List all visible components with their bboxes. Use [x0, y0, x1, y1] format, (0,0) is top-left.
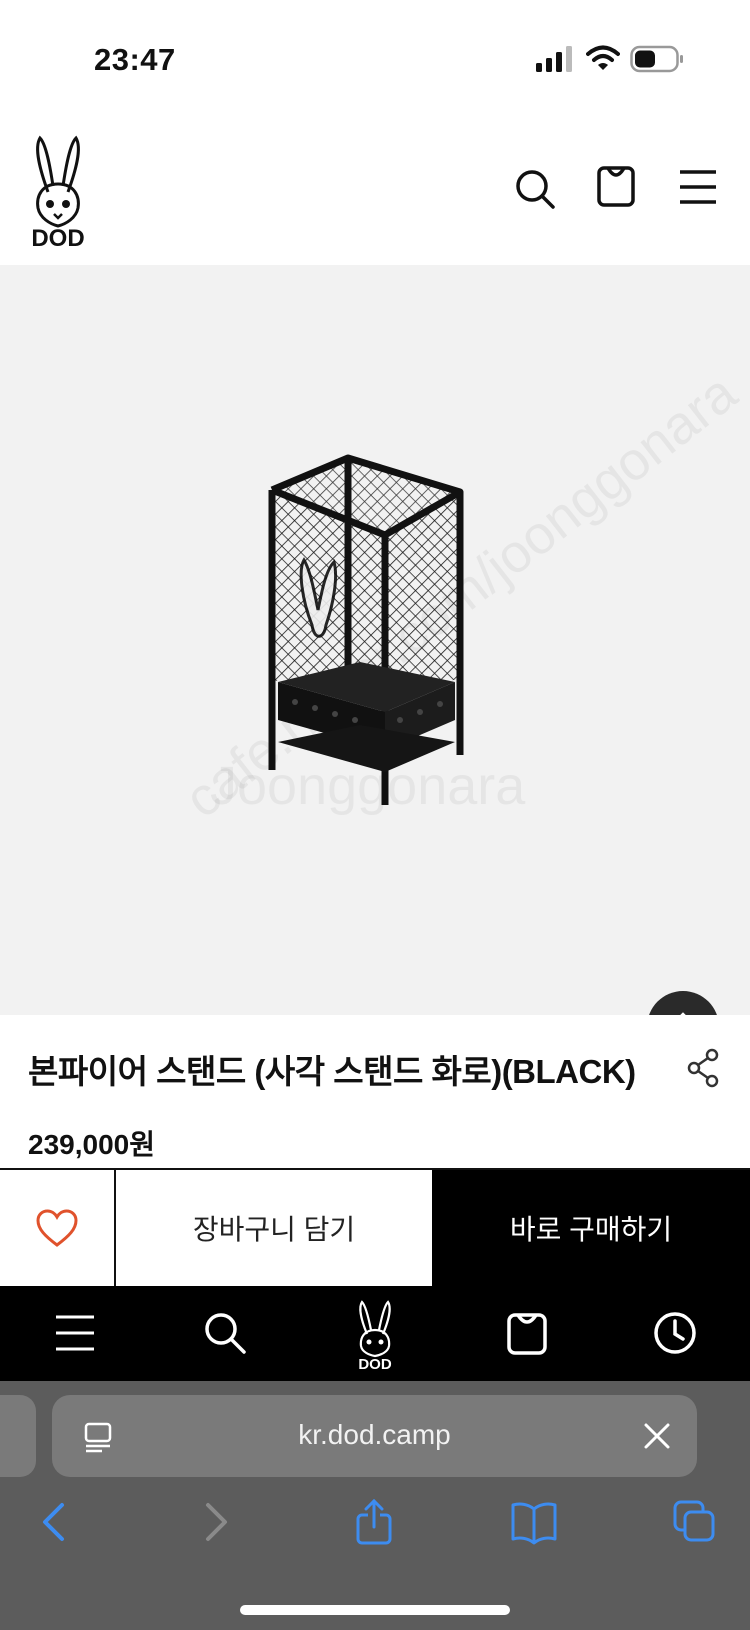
url-text: kr.dod.camp	[298, 1419, 451, 1450]
purchase-bar: 장바구니 담기 바로 구매하기	[0, 1168, 750, 1286]
dod-logo[interactable]: DOD	[350, 1296, 400, 1370]
bag-icon[interactable]	[596, 164, 636, 208]
tabs-icon[interactable]	[672, 1499, 716, 1545]
home-indicator[interactable]	[240, 1605, 510, 1615]
bottom-nav: DOD	[0, 1286, 750, 1381]
clock-icon[interactable]	[652, 1310, 698, 1356]
status-time: 23:47	[94, 42, 176, 77]
wishlist-button[interactable]	[0, 1170, 116, 1286]
search-icon[interactable]	[202, 1310, 248, 1356]
fire-stand-image	[268, 454, 464, 805]
previous-tab-preview[interactable]	[0, 1395, 36, 1477]
browser-chrome: kr.dod.camp	[0, 1381, 750, 1630]
close-icon[interactable]	[642, 1421, 672, 1451]
wifi-icon	[586, 45, 620, 70]
menu-icon[interactable]	[52, 1310, 98, 1356]
menu-icon[interactable]	[678, 168, 718, 206]
status-bar: 23:47	[0, 0, 750, 120]
back-icon[interactable]	[32, 1499, 76, 1545]
product-image[interactable]: cafe.naver.com/joonggonara Joonggonara	[0, 265, 750, 1015]
address-bar[interactable]: kr.dod.camp	[52, 1395, 697, 1477]
svg-text:DOD: DOD	[31, 225, 84, 248]
site-header: DOD	[0, 120, 750, 265]
dod-logo[interactable]: DOD	[26, 130, 90, 248]
add-to-cart-button[interactable]: 장바구니 담기	[116, 1170, 432, 1286]
bookmarks-icon[interactable]	[510, 1499, 558, 1545]
share-icon[interactable]	[686, 1047, 720, 1089]
product-info: 본파이어 스탠드 (사각 스탠드 화로)(BLACK) 239,000원	[0, 1015, 750, 1170]
share-icon[interactable]	[352, 1499, 396, 1545]
product-title: 본파이어 스탠드 (사각 스탠드 화로)(BLACK)	[28, 1053, 636, 1090]
svg-text:DOD: DOD	[358, 1356, 392, 1370]
battery-icon	[630, 45, 683, 73]
search-icon[interactable]	[514, 168, 556, 210]
heart-icon	[36, 1209, 78, 1247]
buy-now-button[interactable]: 바로 구매하기	[432, 1170, 750, 1286]
product-price: 239,000원	[28, 1129, 155, 1160]
bag-icon[interactable]	[504, 1310, 550, 1356]
signal-icon	[536, 46, 572, 72]
forward-icon[interactable]	[194, 1499, 238, 1545]
